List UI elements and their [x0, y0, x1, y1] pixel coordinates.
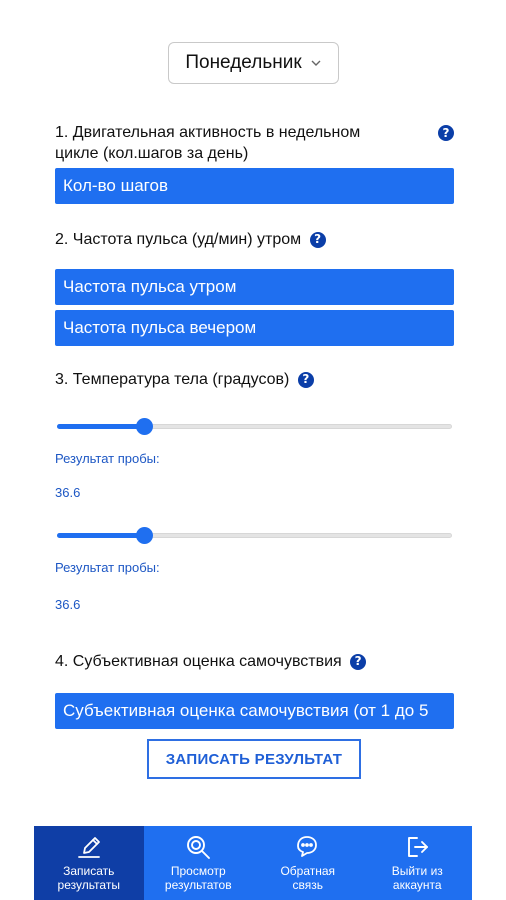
question-1-label-line2: цикле (кол.шагов за день)	[55, 145, 249, 162]
temperature-slider-2[interactable]	[57, 525, 452, 545]
question-2-label-text: 2. Частота пульса (уд/мин) утром	[55, 231, 302, 248]
question-3-label: 3. Температура тела (градусов) ?	[55, 369, 314, 390]
question-2-label: 2. Частота пульса (уд/мин) утром ?	[55, 229, 326, 250]
nav-label-line2: результаты	[57, 878, 120, 892]
nav-label-line1: Просмотр	[170, 864, 226, 878]
submit-result-button[interactable]: ЗАПИСАТЬ РЕЗУЛЬТАТ	[147, 739, 361, 779]
slider-fill	[57, 533, 144, 538]
probe-result-caption-2: Результат пробы:	[55, 560, 160, 575]
slider-thumb[interactable]	[135, 418, 153, 435]
nav-label-line2: аккаунта	[392, 878, 442, 892]
pulse-morning-field[interactable]: Частота пульса утром	[55, 269, 454, 305]
slider-thumb[interactable]	[135, 527, 153, 544]
nav-label-line1: Выйти из	[391, 864, 443, 878]
question-4-label-text: 4. Субъективная оценка самочувствия	[55, 653, 342, 670]
help-icon[interactable]: ?	[438, 125, 454, 141]
slider-fill	[57, 424, 144, 429]
question-3-label-text: 3. Температура тела (градусов)	[55, 371, 290, 388]
temperature-slider-1[interactable]	[57, 416, 452, 436]
probe-result-value-1: 36.6	[55, 485, 81, 500]
nav-label-line1: Записать	[63, 864, 115, 878]
day-select[interactable]: Понедельник	[168, 42, 339, 84]
logout-icon	[408, 837, 429, 857]
wellbeing-field-text: Субъективная оценка самочувствия (от 1 д…	[63, 701, 429, 720]
help-icon[interactable]: ?	[350, 653, 367, 670]
chat-icon	[296, 836, 317, 857]
nav-label-line1: Обратная	[280, 864, 336, 878]
question-1-label-line1: 1. Двигательная активность в недельном	[55, 124, 361, 141]
nav-label-line2: результатов	[164, 878, 232, 892]
probe-result-value-2: 36.6	[55, 597, 81, 612]
help-icon[interactable]: ?	[297, 371, 314, 388]
bottom-nav: Записать результаты Просмотр результатов…	[34, 826, 472, 900]
nav-item-logout[interactable]: Выйти из аккаунта	[363, 826, 473, 900]
question-4-label: 4. Субъективная оценка самочувствия ?	[55, 651, 367, 672]
pulse-evening-field-text: Частота пульса вечером	[63, 318, 257, 337]
question-1-label: 1. Двигательная активность в недельном ц…	[55, 122, 435, 164]
submit-result-label: ЗАПИСАТЬ РЕЗУЛЬТАТ	[165, 750, 343, 768]
nav-item-view-results[interactable]: Просмотр результатов	[144, 826, 254, 900]
probe-result-caption-1: Результат пробы:	[55, 451, 160, 466]
pulse-morning-field-text: Частота пульса утром	[63, 277, 237, 296]
help-icon[interactable]: ?	[309, 231, 326, 248]
steps-field-text: Кол-во шагов	[63, 176, 168, 195]
nav-label-line2: связь	[292, 878, 324, 892]
search-icon	[187, 836, 211, 859]
nav-item-feedback[interactable]: Обратная связь	[253, 826, 363, 900]
pencil-icon	[77, 837, 100, 858]
day-select-value: Понедельник	[185, 52, 302, 73]
nav-item-record[interactable]: Записать результаты	[34, 826, 144, 900]
chevron-down-icon	[311, 60, 321, 66]
pulse-evening-field[interactable]: Частота пульса вечером	[55, 310, 454, 346]
wellbeing-field[interactable]: Субъективная оценка самочувствия (от 1 д…	[55, 693, 454, 729]
steps-field[interactable]: Кол-во шагов	[55, 168, 454, 204]
